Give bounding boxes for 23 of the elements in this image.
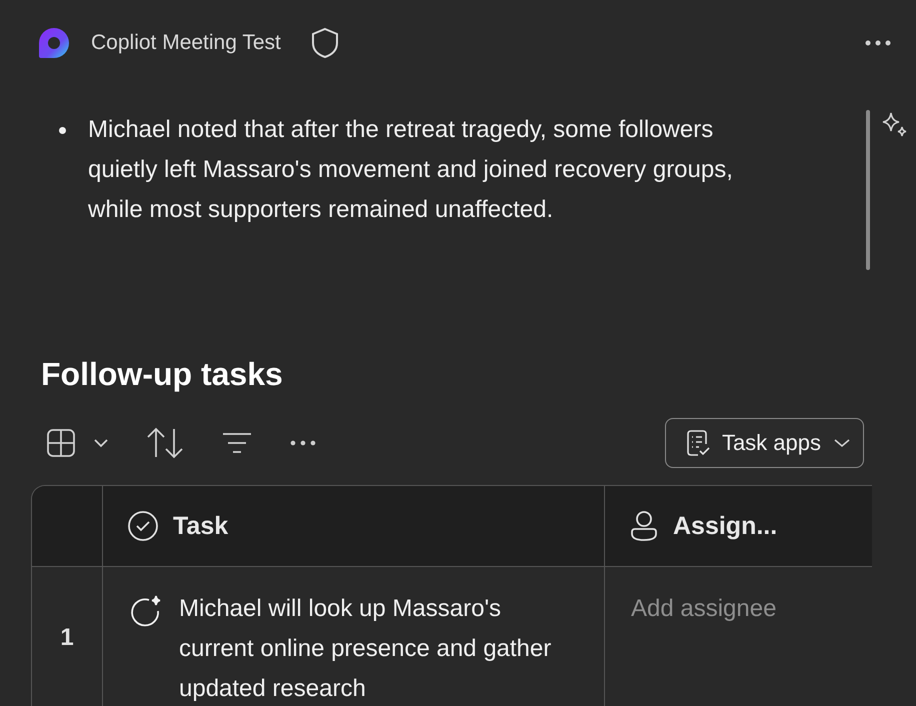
- sort-icon[interactable]: [146, 427, 184, 459]
- section-heading: Follow-up tasks: [41, 355, 284, 394]
- assignee-field[interactable]: Add assignee: [631, 589, 776, 629]
- chevron-down-icon: [833, 438, 851, 448]
- check-circle-icon: [127, 510, 159, 542]
- app-logo-icon: [37, 27, 71, 59]
- column-header[interactable]: Task: [173, 512, 228, 540]
- shield-icon: [310, 27, 339, 59]
- window-title: Copliot Meeting Test: [91, 31, 281, 55]
- person-icon: [629, 510, 659, 542]
- checklist-icon: [686, 429, 710, 457]
- filter-icon[interactable]: [222, 432, 252, 454]
- more-options-icon[interactable]: [864, 39, 892, 47]
- view-grid-icon[interactable]: [46, 429, 108, 457]
- sparkle-circle-icon: [129, 595, 163, 629]
- row-number: 1: [60, 624, 74, 652]
- task-apps-button[interactable]: Task apps: [664, 418, 864, 468]
- more-options-icon[interactable]: [290, 440, 316, 446]
- column-header[interactable]: Assign...: [673, 512, 778, 540]
- bullet-icon: [58, 126, 66, 134]
- summary-note: Michael noted that after the retreat tragedy, some followers quietly left Massaro's movement and joined recovery groups, while most supporters remained unaffected.: [88, 115, 734, 225]
- task-text: Michael will look up Massaro's current online presence and gather updated research: [179, 594, 552, 704]
- scrollbar[interactable]: [866, 110, 870, 270]
